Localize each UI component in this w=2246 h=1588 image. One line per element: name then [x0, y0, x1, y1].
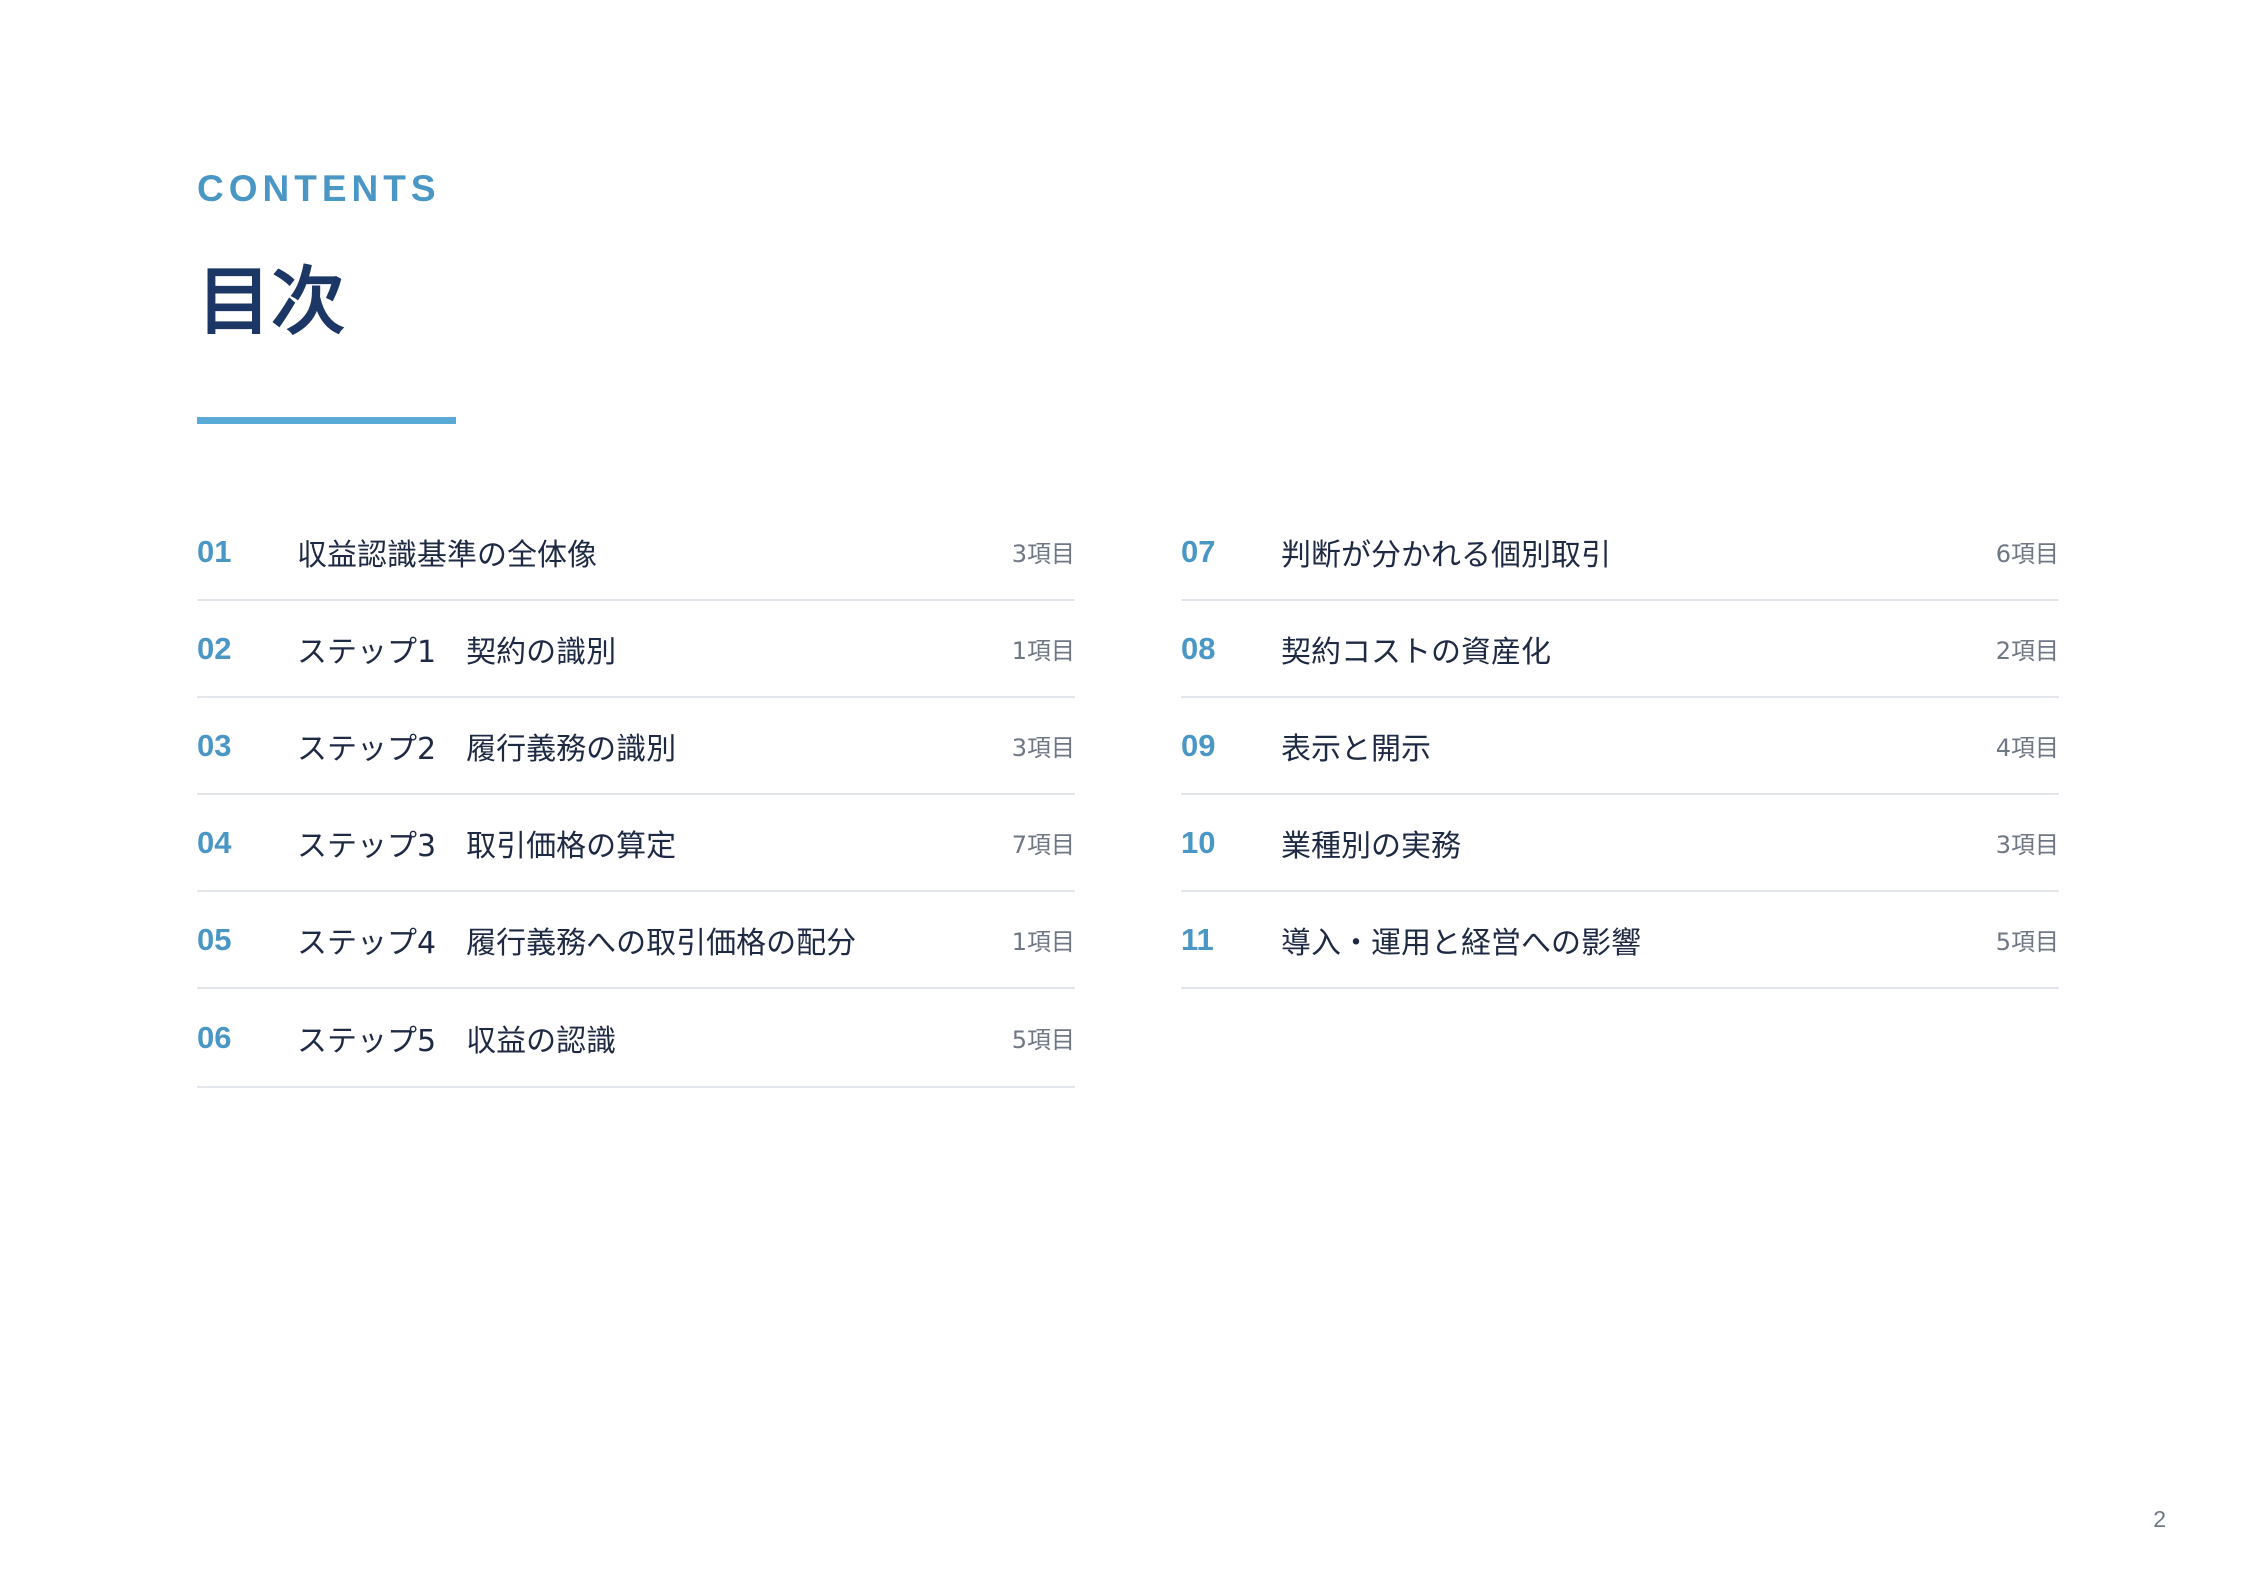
toc-item-label: 契約コストの資産化: [1281, 634, 1551, 670]
toc-item-08[interactable]: 08 契約コストの資産化 2項目: [1181, 601, 2059, 698]
toc-item-number: 01: [197, 533, 232, 569]
toc-item-label: 導入・運用と経営への影響: [1281, 925, 1641, 961]
toc-item-label: 表示と開示: [1281, 731, 1431, 767]
toc-item-count: 6項目: [1995, 540, 2059, 568]
toc-item-label: ステップ3 取引価格の算定: [297, 828, 677, 864]
toc-item-number: 05: [197, 921, 232, 957]
toc-item-label: ステップ4 履行義務への取引価格の配分: [297, 925, 857, 961]
toc-item-label: ステップ2 履行義務の識別: [297, 731, 677, 767]
page-number: 2: [2153, 1506, 2166, 1532]
toc-item-number: 08: [1181, 630, 1216, 666]
toc-item-count: 5項目: [1995, 928, 2059, 956]
toc-item-count: 3項目: [1995, 831, 2059, 859]
toc-item-label: 判断が分かれる個別取引: [1281, 537, 1611, 573]
toc-item-10[interactable]: 10 業種別の実務 3項目: [1181, 795, 2059, 892]
toc-item-11[interactable]: 11 導入・運用と経営への影響 5項目: [1181, 892, 2059, 989]
toc-item-09[interactable]: 09 表示と開示 4項目: [1181, 698, 2059, 795]
toc-right-column: 07 判断が分かれる個別取引 6項目 08 契約コストの資産化 2項目 09 表…: [1181, 504, 2059, 989]
toc-item-count: 2項目: [1995, 637, 2059, 665]
toc-item-07[interactable]: 07 判断が分かれる個別取引 6項目: [1181, 504, 2059, 601]
toc-item-04[interactable]: 04 ステップ3 取引価格の算定 7項目: [197, 795, 1075, 892]
toc-item-count: 3項目: [1011, 734, 1075, 762]
toc-item-number: 06: [197, 1019, 232, 1055]
toc-item-count: 4項目: [1995, 734, 2059, 762]
toc-item-count: 3項目: [1011, 540, 1075, 568]
toc-item-number: 07: [1181, 533, 1216, 569]
toc-item-count: 1項目: [1011, 637, 1075, 665]
toc-item-label: ステップ1 契約の識別: [297, 634, 617, 670]
toc-item-label: 収益認識基準の全体像: [297, 537, 597, 573]
title-accent-bar: [197, 417, 456, 424]
page-title: 目次: [197, 259, 345, 345]
toc-item-number: 11: [1181, 921, 1214, 957]
toc-item-number: 02: [197, 630, 232, 666]
toc-item-count: 7項目: [1011, 831, 1075, 859]
toc-item-05[interactable]: 05 ステップ4 履行義務への取引価格の配分 1項目: [197, 892, 1075, 989]
toc-item-02[interactable]: 02 ステップ1 契約の識別 1項目: [197, 601, 1075, 698]
toc-item-number: 04: [197, 824, 232, 860]
toc-item-01[interactable]: 01 収益認識基準の全体像 3項目: [197, 504, 1075, 601]
toc-item-label: 業種別の実務: [1281, 828, 1461, 864]
toc-item-number: 03: [197, 727, 232, 763]
eyebrow-label: CONTENTS: [197, 168, 441, 209]
toc-item-count: 5項目: [1011, 1026, 1075, 1054]
toc-item-03[interactable]: 03 ステップ2 履行義務の識別 3項目: [197, 698, 1075, 795]
toc-item-number: 09: [1181, 727, 1216, 763]
toc-left-column: 01 収益認識基準の全体像 3項目 02 ステップ1 契約の識別 1項目 03 …: [197, 504, 1075, 1088]
toc-item-number: 10: [1181, 824, 1216, 860]
toc-item-06[interactable]: 06 ステップ5 収益の認識 5項目: [197, 989, 1075, 1088]
toc-item-count: 1項目: [1011, 928, 1075, 956]
toc-item-label: ステップ5 収益の認識: [297, 1023, 617, 1059]
